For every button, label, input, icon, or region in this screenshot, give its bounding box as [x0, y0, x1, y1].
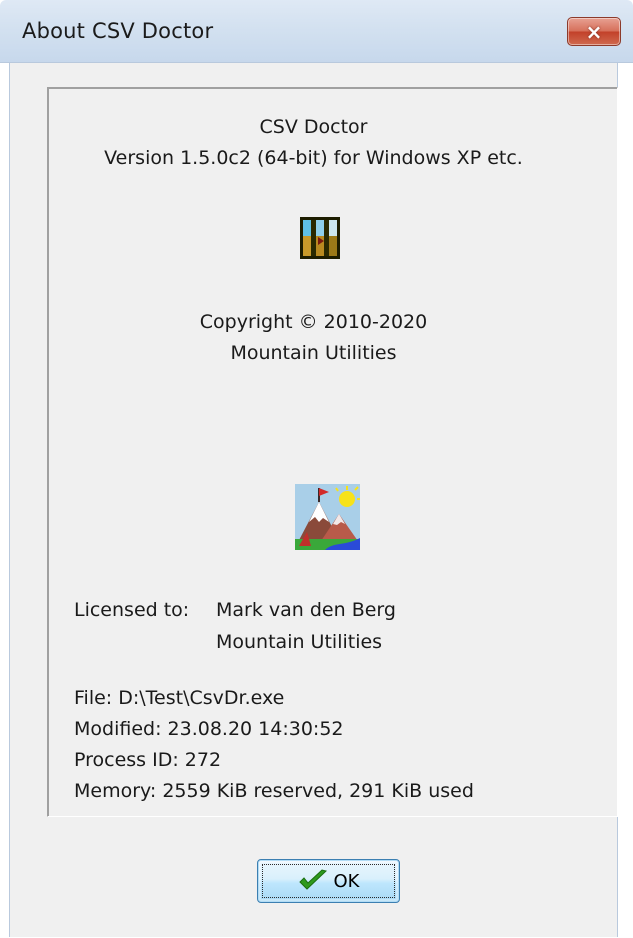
- process-id-text: Process ID: 272: [74, 749, 222, 771]
- product-name: CSV Doctor: [259, 116, 368, 138]
- focus-rectangle: [262, 864, 395, 898]
- dialog-client-area: CSV Doctor Version 1.5.0c2 (64-bit) for …: [9, 63, 618, 937]
- copyright-text: Copyright © 2010-2020: [199, 311, 428, 333]
- licensee-organization: Mountain Utilities: [216, 631, 383, 653]
- company-text: Mountain Utilities: [230, 342, 397, 364]
- checkmark-icon: [298, 869, 327, 890]
- file-path-text: File: D:\Test\CsvDr.exe: [74, 687, 285, 709]
- ok-button-label: OK: [333, 870, 360, 892]
- close-icon: ×: [585, 19, 603, 44]
- version-text: Version 1.5.0c2 (64-bit) for Windows XP …: [104, 147, 523, 169]
- licensed-to-label: Licensed to:: [74, 599, 190, 621]
- modified-text: Modified: 23.08.20 14:30:52: [74, 718, 344, 740]
- memory-text: Memory: 2559 KiB reserved, 291 KiB used: [74, 780, 474, 802]
- window-title: About CSV Doctor: [22, 19, 214, 43]
- csv-doctor-app-icon: [300, 217, 340, 259]
- title-bar[interactable]: About CSV Doctor ×: [0, 0, 633, 63]
- licensee-name: Mark van den Berg: [216, 599, 396, 621]
- mountain-utilities-logo-icon: [295, 484, 360, 550]
- close-button[interactable]: ×: [567, 17, 621, 46]
- about-dialog: About CSV Doctor × CSV Doctor Version 1.…: [0, 0, 633, 938]
- ok-button[interactable]: OK: [257, 859, 400, 903]
